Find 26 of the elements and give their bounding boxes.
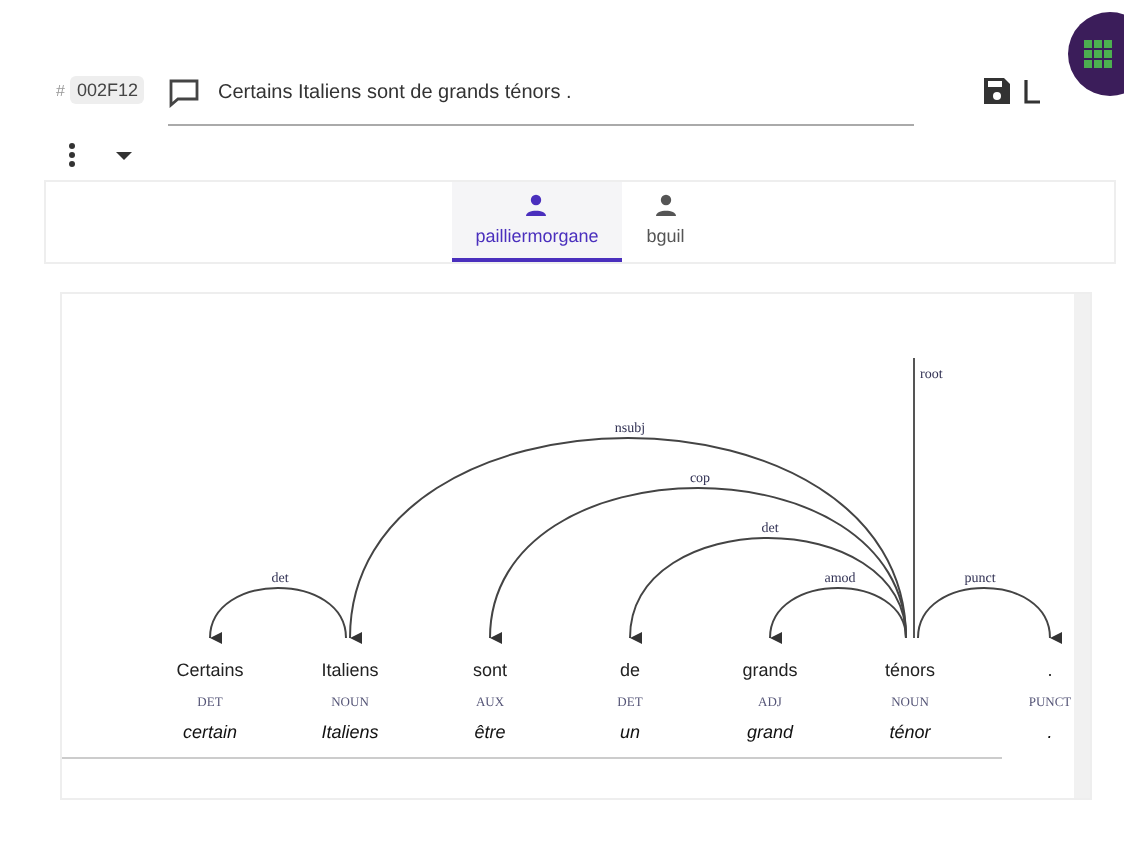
lemma-text: certain: [183, 722, 237, 742]
user-tab[interactable]: pailliermorgane: [451, 182, 623, 262]
lemma-text: .: [1047, 722, 1053, 742]
token-word[interactable]: de: [620, 660, 640, 680]
lemma-text: un: [620, 722, 640, 742]
sentence-field[interactable]: Certains Italiens sont de grands ténors .: [167, 71, 914, 125]
token-word[interactable]: Certains: [176, 660, 244, 680]
token-word[interactable]: .: [1047, 660, 1053, 680]
lemma-text: Italiens: [321, 722, 379, 742]
caret-icon[interactable]: [116, 151, 132, 159]
sentence-id: 002F12: [70, 76, 144, 104]
lemma-text: être: [474, 722, 506, 742]
more-icon[interactable]: [68, 142, 76, 168]
token-word[interactable]: grands: [742, 660, 798, 680]
token-word[interactable]: sont: [473, 660, 507, 680]
person-icon: [524, 194, 549, 216]
save-icon[interactable]: [983, 77, 1010, 103]
user-tab[interactable]: bguil: [622, 182, 709, 262]
token-word[interactable]: Italiens: [321, 660, 379, 680]
lemma-text: grand: [746, 722, 794, 742]
token-word[interactable]: ténors: [885, 660, 935, 680]
comment-icon: [167, 77, 200, 107]
person-icon: [653, 194, 678, 216]
lemma-text: ténor: [889, 722, 931, 742]
grid-icon: [1084, 40, 1112, 68]
hash-label: #: [56, 81, 65, 99]
